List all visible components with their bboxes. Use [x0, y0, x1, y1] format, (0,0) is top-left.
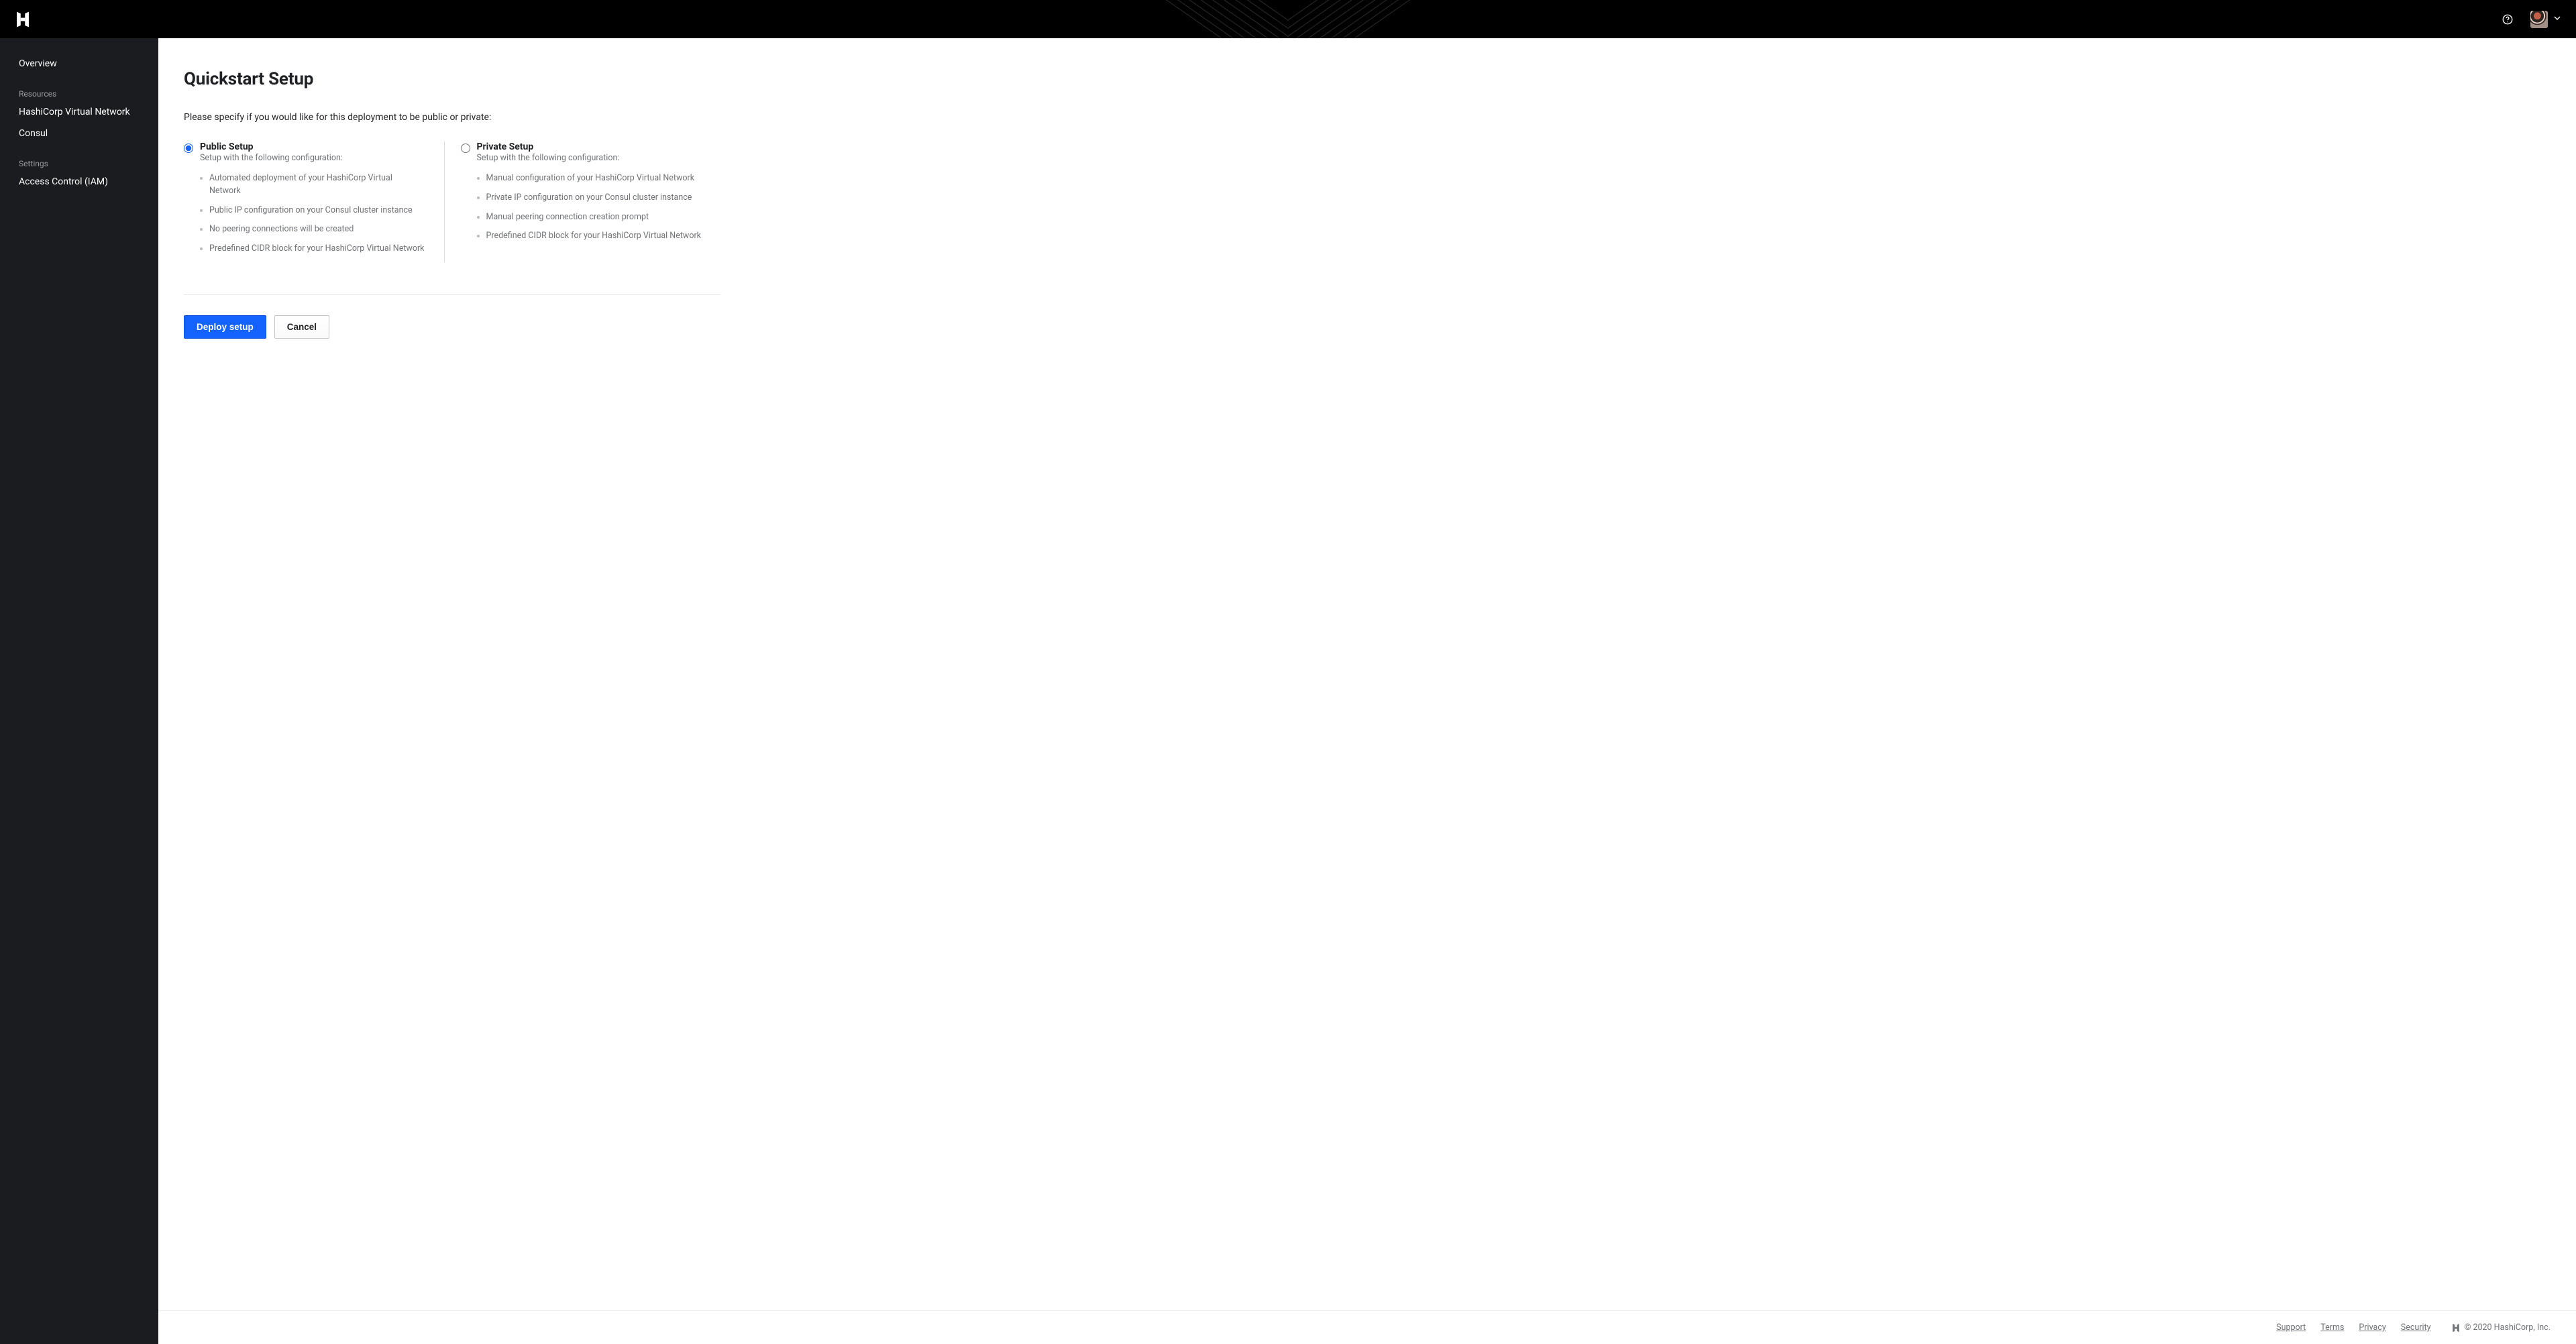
option-private-sub: Setup with the following configuration:	[477, 153, 620, 163]
chevron-down-icon	[2552, 13, 2563, 26]
topbar	[0, 0, 2576, 38]
action-bar: Deploy setup Cancel	[184, 315, 2551, 339]
footer-link-security[interactable]: Security	[2401, 1323, 2431, 1333]
footer: Support Terms Privacy Security © 2020 Ha…	[158, 1310, 2576, 1344]
hashicorp-logo-icon[interactable]	[13, 10, 32, 29]
radio-private[interactable]	[461, 144, 470, 153]
sidebar-section-resources: Resources	[0, 87, 158, 101]
page-intro: Please specify if you would like for thi…	[184, 112, 2551, 123]
radio-public[interactable]	[184, 144, 193, 153]
help-icon[interactable]	[2501, 13, 2514, 26]
avatar	[2530, 11, 2548, 28]
sidebar-item-consul[interactable]: Consul	[0, 123, 158, 144]
cancel-button[interactable]: Cancel	[274, 315, 329, 339]
option-private: Private Setup Setup with the following c…	[444, 142, 721, 262]
option-private-item: Manual peering connection creation promp…	[486, 211, 702, 224]
option-private-item: Private IP configuration on your Consul …	[486, 192, 702, 205]
footer-link-terms[interactable]: Terms	[2320, 1323, 2344, 1333]
topbar-decoration	[1134, 0, 1442, 38]
option-public-item: No peering connections will be created	[209, 223, 425, 236]
option-private-title: Private Setup	[477, 142, 534, 152]
sidebar-item-overview[interactable]: Overview	[0, 53, 158, 74]
footer-link-support[interactable]: Support	[2276, 1323, 2306, 1333]
footer-copyright-text: © 2020 HashiCorp, Inc.	[2465, 1323, 2551, 1333]
page-title: Quickstart Setup	[184, 69, 2551, 89]
option-public: Public Setup Setup with the following co…	[184, 142, 444, 262]
sidebar-item-iam[interactable]: Access Control (IAM)	[0, 171, 158, 192]
option-public-item: Public IP configuration on your Consul c…	[209, 205, 425, 217]
hashicorp-logo-icon	[2451, 1323, 2461, 1333]
option-public-item: Automated deployment of your HashiCorp V…	[209, 172, 425, 198]
footer-copyright: © 2020 HashiCorp, Inc.	[2451, 1323, 2551, 1333]
user-menu[interactable]	[2530, 11, 2563, 28]
option-private-item: Manual configuration of your HashiCorp V…	[486, 172, 702, 185]
option-public-item: Predefined CIDR block for your HashiCorp…	[209, 243, 425, 256]
setup-options: Public Setup Setup with the following co…	[184, 142, 720, 262]
main-content: Quickstart Setup Please specify if you w…	[158, 38, 2576, 1310]
option-private-item: Predefined CIDR block for your HashiCorp…	[486, 230, 702, 243]
deploy-button[interactable]: Deploy setup	[184, 315, 266, 339]
sidebar-item-hvn[interactable]: HashiCorp Virtual Network	[0, 101, 158, 123]
divider	[184, 294, 720, 295]
sidebar: Overview Resources HashiCorp Virtual Net…	[0, 38, 158, 1344]
footer-link-privacy[interactable]: Privacy	[2359, 1323, 2385, 1333]
option-public-sub: Setup with the following configuration:	[200, 153, 343, 163]
sidebar-section-settings: Settings	[0, 156, 158, 171]
option-public-title: Public Setup	[200, 142, 254, 152]
